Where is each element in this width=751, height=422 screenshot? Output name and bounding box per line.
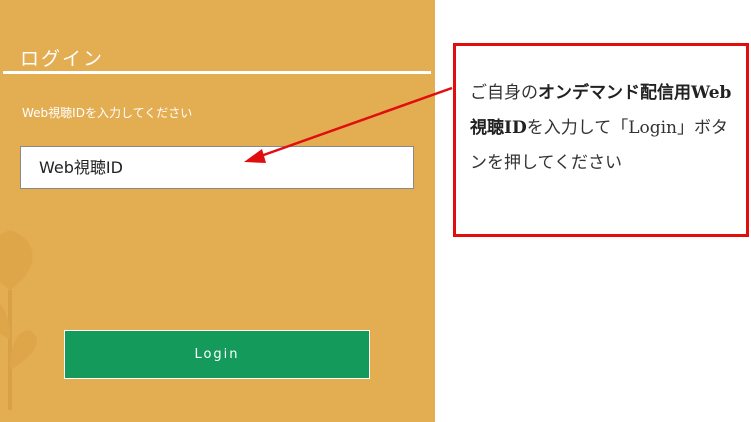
login-panel: ログイン Web視聴IDを入力してください Login: [0, 0, 435, 422]
web-viewing-id-input[interactable]: [20, 146, 414, 189]
title-underline: [3, 71, 431, 74]
login-title: ログイン: [20, 48, 105, 70]
id-instruction-text: Web視聴IDを入力してください: [22, 106, 193, 120]
decorative-flower-image: [0, 230, 38, 410]
login-button[interactable]: Login: [64, 330, 370, 379]
callout-text-intro: ご自身の: [470, 83, 538, 103]
instruction-callout: ご自身のオンデマンド配信用Web視聴IDを入力して「Login」ボタンを押してく…: [453, 43, 749, 237]
